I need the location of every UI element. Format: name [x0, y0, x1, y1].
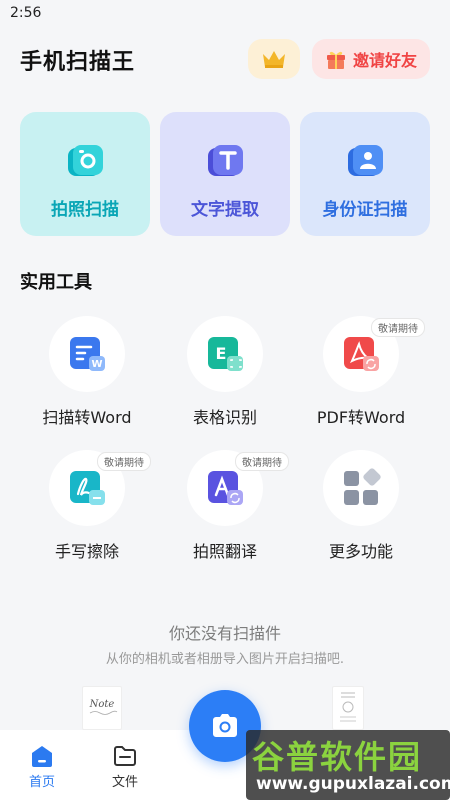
note-illustration: Note	[89, 699, 118, 715]
receipt-illustration	[340, 692, 356, 722]
watermark: 谷普软件园 www.gupuxlazai.com	[246, 730, 450, 800]
invite-friends-label: 邀请好友	[352, 51, 417, 70]
tool-label: 表格识别	[192, 408, 257, 427]
tool-photo-translate[interactable]: 敬请期待 拍照翻译	[156, 450, 294, 570]
table-recognition-icon: E	[208, 337, 243, 371]
empty-state-title: 你还没有扫描件	[168, 624, 281, 643]
coming-soon-badge: 敬请期待	[97, 452, 151, 471]
empty-state-subtitle: 从你的相机或者相册导入图片开启扫描吧.	[105, 652, 345, 667]
camera-icon	[213, 714, 237, 737]
tool-more-functions[interactable]: 更多功能	[292, 450, 430, 570]
tab-files-label: 文件	[111, 775, 138, 790]
tool-pdf-to-word[interactable]: 敬请期待 PDF转Word	[292, 316, 430, 436]
home-icon	[32, 746, 52, 767]
gift-icon	[326, 51, 345, 69]
handwriting-erase-icon	[70, 471, 105, 505]
id-card-scan-label: 身份证扫描	[322, 200, 408, 220]
invite-friends-button[interactable]: 邀请好友	[312, 39, 430, 79]
tab-home-label: 首页	[28, 775, 55, 790]
photo-translate-icon	[208, 471, 243, 505]
app-title: 手机扫描王	[20, 50, 136, 75]
svg-text:W: W	[91, 359, 102, 370]
coming-soon-badge: 敬请期待	[235, 452, 289, 471]
coming-soon-badge: 敬请期待	[371, 318, 425, 337]
tool-icon-container: E	[187, 316, 263, 392]
note-thumbnail: Note	[82, 686, 122, 730]
tool-icon-container: 敬请期待	[187, 450, 289, 526]
text-extract-label: 文字提取	[191, 200, 259, 220]
tool-label: PDF转Word	[316, 408, 406, 427]
svg-text:E: E	[216, 344, 227, 363]
vip-button[interactable]	[248, 39, 300, 79]
tool-handwriting-erase[interactable]: 敬请期待 手写擦除	[18, 450, 156, 570]
tool-table-recognition[interactable]: E 表格识别	[156, 316, 294, 436]
tool-icon-container: 敬请期待	[323, 316, 425, 392]
photo-scan-card[interactable]: 拍照扫描	[20, 112, 150, 236]
folder-icon	[114, 746, 136, 766]
status-time: 2:56	[10, 5, 42, 21]
app-header: 手机扫描王 邀请好友	[0, 36, 450, 82]
tool-label: 扫描转Word	[42, 408, 132, 427]
crown-icon	[263, 51, 285, 68]
tool-icon-container: 敬请期待	[49, 450, 151, 526]
id-card-scan-card[interactable]: 身份证扫描	[300, 112, 430, 236]
tool-icon-container	[323, 450, 399, 526]
scan-to-word-icon: W	[70, 337, 105, 371]
feature-cards: 拍照扫描 文字提取 身份证扫描	[20, 112, 430, 236]
text-extract-card[interactable]: 文字提取	[160, 112, 290, 236]
camera-scan-icon	[68, 145, 103, 176]
tool-label: 手写擦除	[54, 542, 119, 561]
text-extract-icon	[208, 145, 243, 176]
tool-label: 拍照翻译	[192, 542, 257, 561]
tool-icon-container: W	[49, 316, 125, 392]
note-thumb-text: Note	[89, 699, 115, 710]
tool-label: 更多功能	[328, 542, 393, 561]
photo-scan-label: 拍照扫描	[51, 200, 119, 220]
pdf-to-word-icon	[344, 337, 379, 371]
tool-scan-to-word[interactable]: W 扫描转Word	[18, 316, 156, 436]
watermark-main-text: 谷普软件园	[252, 738, 423, 776]
tools-section-title: 实用工具	[20, 272, 92, 293]
tab-files[interactable]: 文件	[95, 744, 155, 790]
watermark-url: www.gupuxlazai.com	[256, 774, 450, 794]
id-card-icon	[348, 145, 383, 176]
status-bar: 2:56	[0, 0, 450, 26]
receipt-thumbnail	[332, 686, 364, 730]
more-functions-icon	[344, 468, 381, 505]
tab-home[interactable]: 首页	[12, 744, 72, 790]
